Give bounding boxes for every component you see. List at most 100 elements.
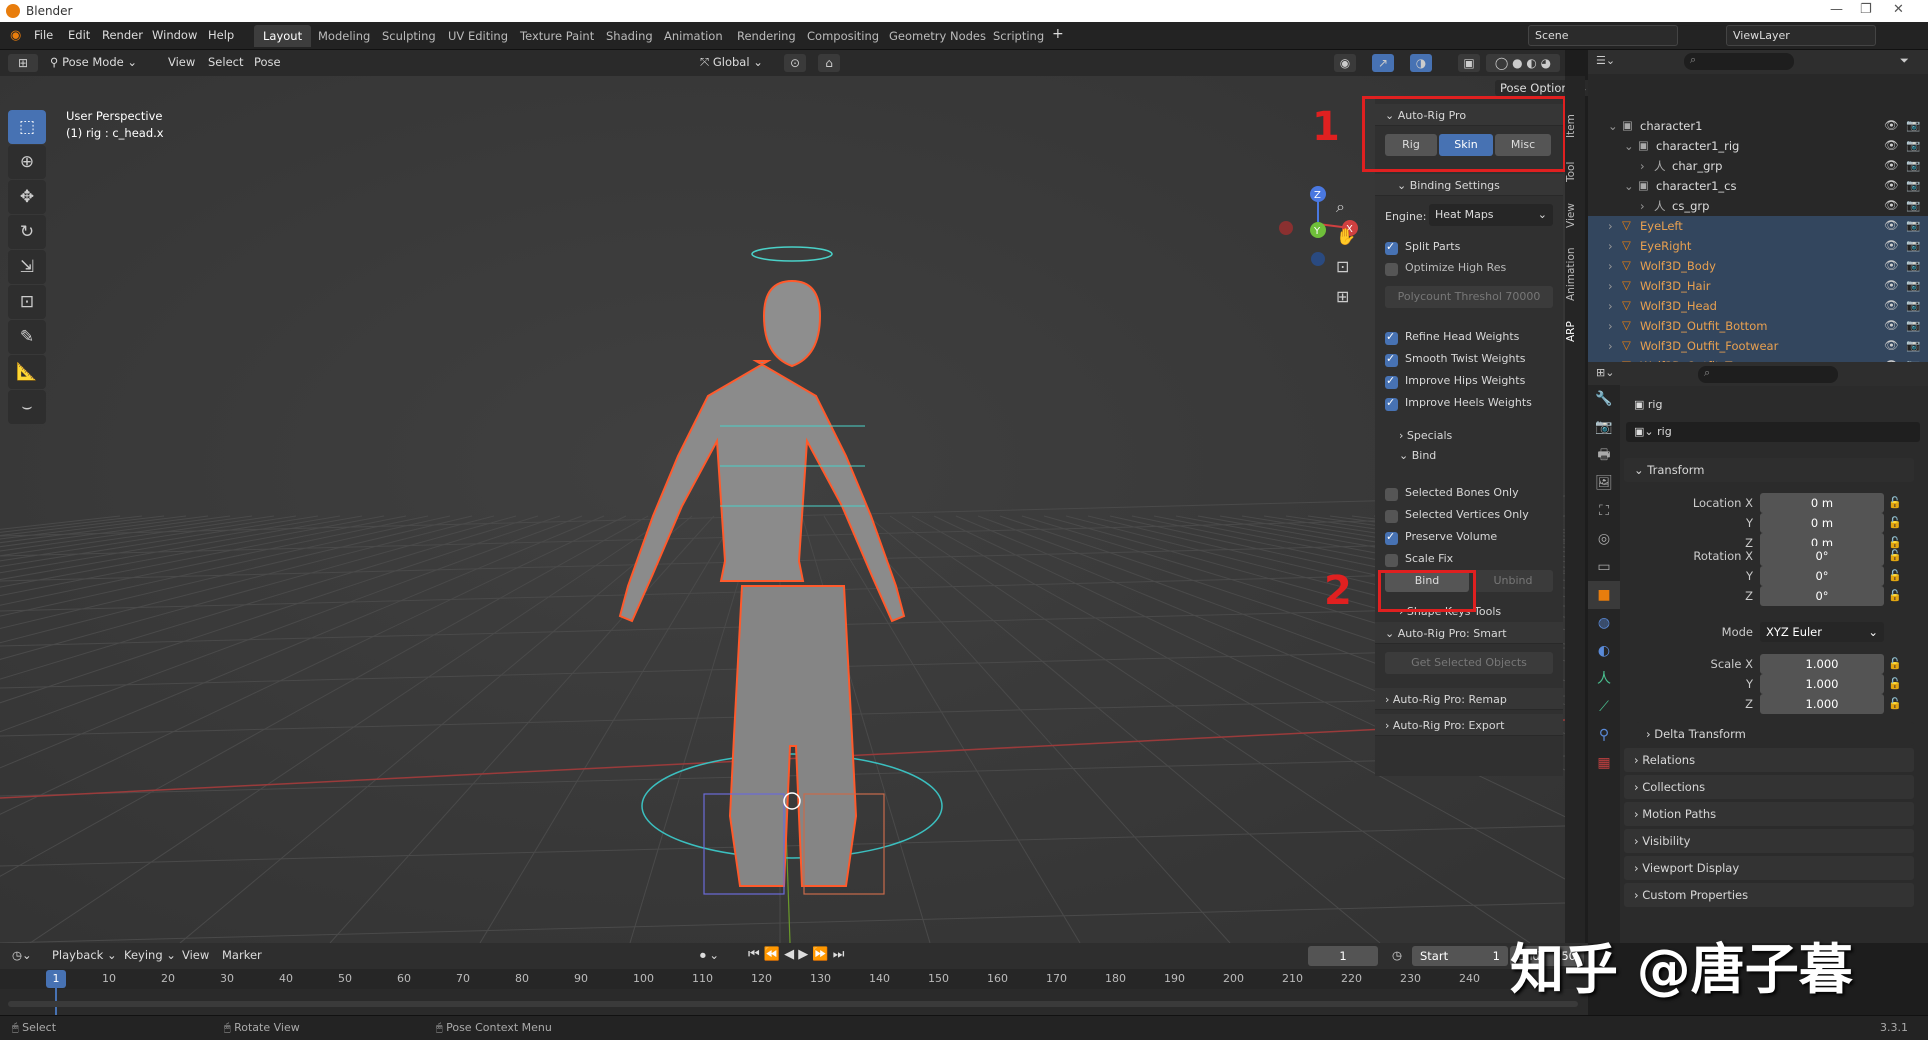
xray-icon[interactable]: ▣ [1458,54,1480,72]
camera-icon[interactable]: 📷 [1906,318,1920,332]
menu-view[interactable]: View [168,55,195,69]
camera-icon[interactable]: 📷 [1906,338,1920,352]
scale-field-2[interactable]: 1.000 [1760,694,1884,714]
arp-remap-header[interactable]: › Auto-Rig Pro: Remap [1375,688,1563,710]
gizmo-icon[interactable]: ↗ [1372,54,1394,72]
annotate-tool-icon[interactable]: ✎ [8,320,46,354]
armature-props-icon[interactable]: 人 [1588,665,1620,693]
snap-icon[interactable]: ⌂ [818,54,840,72]
specials-header[interactable]: › Specials [1375,424,1563,446]
outliner-row[interactable]: › ▽ Wolf3D_Hair 👁 📷 [1588,276,1928,296]
playhead[interactable]: 1 [46,970,66,988]
lock-icon[interactable]: 🔓 [1888,589,1902,602]
tab-tool[interactable]: Tool [1565,154,1585,190]
object-name-field[interactable]: ▣⌄ rig [1626,422,1920,442]
properties-search-input[interactable]: ⌕ [1698,366,1838,383]
tab-rendering[interactable]: Rendering [728,25,805,47]
timeline-ruler[interactable]: 10 20 30 40 50 60 70 80 90 100 110 120 130 140 150 160 1… [0,969,1588,989]
blender-menu-icon[interactable]: ◉ [10,28,21,43]
delta-transform-header[interactable]: › Delta Transform [1636,722,1914,746]
expand-icon[interactable]: › [1608,339,1613,353]
opt3-checkbox-1[interactable] [1385,510,1398,523]
overlay-icon[interactable]: ◑ [1410,54,1432,72]
timeline-scrollbar[interactable] [8,1001,1578,1007]
opt3-checkbox-0[interactable] [1385,488,1398,501]
3d-viewport[interactable]: Z X Y ⌕ ✋ ⊡ ⊞ [0,76,1565,943]
minimize-button[interactable]: — [1830,2,1843,17]
binding-settings-header[interactable]: ⌄ Binding Settings [1375,174,1563,196]
opt2-checkbox-0[interactable] [1385,330,1398,345]
timeline-editor-icon[interactable]: ◷⌄ [12,948,32,962]
menu-select[interactable]: Select [208,55,243,69]
rotation-field-1[interactable]: 0° [1760,566,1884,586]
tab-layout[interactable]: Layout [254,25,312,47]
outliner-row[interactable]: › ▽ EyeLeft 👁 📷 [1588,216,1928,236]
menu-pose[interactable]: Pose [254,55,281,69]
camera-icon[interactable]: 📷 [1906,158,1920,172]
outliner-row[interactable]: › ▽ Wolf3D_Head 👁 📷 [1588,296,1928,316]
filter-icon[interactable]: ⏷ [1900,54,1909,68]
eye-icon[interactable]: 👁 [1884,198,1899,212]
tab-animation-side[interactable]: Animation [1565,242,1585,306]
scene-selector[interactable]: Scene [1528,25,1678,46]
camera-icon[interactable]: 📷 [1906,198,1920,212]
outliner-row[interactable]: ⌄ ▣ character1 👁 📷 [1588,116,1928,136]
lock-icon[interactable]: 🔓 [1888,569,1902,582]
lock-icon[interactable]: 🔓 [1888,657,1902,670]
section-custom-properties[interactable]: › Custom Properties [1624,883,1914,907]
section-visibility[interactable]: › Visibility [1624,829,1914,853]
output-props-icon[interactable]: 🖶 [1588,441,1620,469]
view-layer-selector[interactable]: ViewLayer [1726,25,1876,46]
playback-controls[interactable]: ⏮ ⏪ ◀ ▶ ⏩ ⏭ [748,947,844,962]
engine-dropdown[interactable]: Heat Maps ⌄ [1429,204,1553,226]
menu-window[interactable]: Window [152,28,197,42]
section-collections[interactable]: › Collections [1624,775,1914,799]
camera-icon[interactable]: 📷 [1906,218,1920,232]
shading-modes[interactable]: ◯ ● ◐ ◕ [1486,54,1560,72]
eye-icon[interactable]: 👁 [1884,218,1899,232]
view-layer-props-icon[interactable]: 🖼 [1588,469,1620,497]
camera-icon[interactable]: 📷 [1906,278,1920,292]
opt2-checkbox-2[interactable] [1385,374,1398,389]
location-field-1[interactable]: 0 m [1760,513,1884,533]
eye-icon[interactable]: 👁 [1884,338,1899,352]
lock-icon[interactable]: 🔓 [1888,536,1902,549]
tab-arp[interactable]: ARP [1565,314,1585,350]
menu-render[interactable]: Render [102,28,143,42]
eye-icon[interactable]: 👁 [1884,238,1899,252]
menu-marker[interactable]: Marker [222,948,262,962]
outliner-row[interactable]: › ▽ Wolf3D_Body 👁 📷 [1588,256,1928,276]
tab-item[interactable]: Item [1565,108,1585,144]
expand-icon[interactable]: ⌄ [1608,119,1618,133]
camera-icon[interactable]: 📷 [1906,238,1920,252]
outliner-search-input[interactable]: ⌕ [1684,53,1794,70]
scale-field-1[interactable]: 1.000 [1760,674,1884,694]
opt2-checkbox-1[interactable] [1385,352,1398,367]
scale-field-0[interactable]: 1.000 [1760,654,1884,674]
eye-icon[interactable]: 👁 [1884,178,1899,192]
opt2-checkbox-3[interactable] [1385,396,1398,411]
tab-compositing[interactable]: Compositing [798,25,888,47]
eye-icon[interactable]: 👁 [1884,158,1899,172]
eye-icon[interactable]: 👁 [1884,318,1899,332]
rotation-field-0[interactable]: 0° [1760,546,1884,566]
expand-icon[interactable]: › [1608,259,1613,273]
move-tool-icon[interactable]: ✥ [8,180,46,214]
menu-help[interactable]: Help [208,28,234,42]
modifier-props-icon[interactable]: ◍ [1588,609,1620,637]
camera-icon[interactable]: 📷 [1906,118,1920,132]
opt1-checkbox-0[interactable] [1385,240,1398,255]
outliner-editor-icon[interactable]: ☰⌄ [1596,54,1615,67]
transform-tool-icon[interactable]: ⊡ [8,285,46,319]
close-button[interactable]: ✕ [1893,2,1904,17]
physics-props-icon[interactable]: ◐ [1588,637,1620,665]
expand-icon[interactable]: › [1640,159,1645,173]
tab-uv-editing[interactable]: UV Editing [439,25,517,47]
expand-icon[interactable]: › [1608,279,1613,293]
expand-icon[interactable]: › [1608,319,1613,333]
scene-props-icon[interactable]: ⛶ [1588,497,1620,525]
eye-icon[interactable]: 👁 [1884,118,1899,132]
scale-tool-icon[interactable]: ⇲ [8,250,46,284]
opt1-checkbox-1[interactable] [1385,263,1398,276]
outliner-row[interactable]: ⌄ ▣ character1_rig 👁 📷 [1588,136,1928,156]
